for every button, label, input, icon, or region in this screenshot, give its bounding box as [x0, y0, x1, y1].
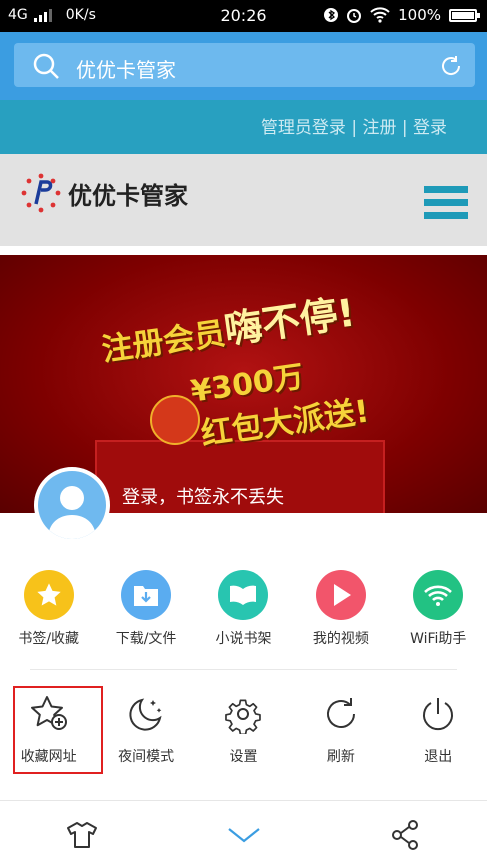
menu-item-exit[interactable]: 退出	[392, 694, 484, 766]
power-icon	[423, 698, 454, 731]
chevron-down-icon[interactable]	[227, 827, 261, 843]
refresh-page-icon[interactable]	[439, 54, 463, 78]
menu-item-label: 刷新	[326, 749, 355, 765]
menu-item-label: 退出	[424, 749, 453, 765]
address-text: 优优卡管家	[76, 58, 176, 82]
wifi-icon	[413, 570, 464, 620]
battery-icon	[449, 8, 480, 22]
download-folder-icon	[121, 570, 172, 620]
menu-row-primary: 书签/收藏 下载/文件 小说书架 我的视频 WiFi助手	[0, 570, 487, 648]
banner-line-1-emph: 嗨不停!	[221, 290, 358, 353]
tshirt-icon[interactable]	[66, 821, 98, 849]
menu-item-settings[interactable]: 设置	[197, 694, 289, 766]
user-icon	[48, 486, 96, 539]
play-icon	[315, 570, 366, 620]
menu-item-label: 小说书架	[215, 631, 272, 647]
banner-line-1: 注册会员嗨不停!	[97, 281, 358, 371]
menu-item-novels[interactable]: 小说书架	[197, 570, 289, 648]
admin-login-link[interactable]: 管理员登录	[261, 118, 346, 138]
book-icon	[218, 570, 269, 620]
link-separator: |	[351, 118, 363, 138]
site-name: 优优卡管家	[68, 182, 188, 210]
alarm-icon	[347, 9, 362, 23]
login-link[interactable]: 登录	[413, 118, 447, 138]
menu-item-bookmarks[interactable]: 书签/收藏	[3, 570, 95, 648]
avatar[interactable]	[34, 467, 110, 543]
menu-item-label: 夜间模式	[118, 749, 175, 765]
menu-item-videos[interactable]: 我的视频	[295, 570, 387, 648]
site-logo	[21, 173, 61, 213]
bluetooth-icon	[324, 8, 339, 22]
link-separator: |	[401, 118, 413, 138]
menu-item-downloads[interactable]: 下载/文件	[100, 570, 192, 648]
menu-item-label: 设置	[229, 749, 258, 765]
menu-item-label: 书签/收藏	[18, 631, 80, 647]
moon-icon	[129, 698, 162, 731]
auth-links: 管理员登录 | 注册 | 登录	[261, 113, 447, 138]
menu-item-label: 下载/文件	[115, 631, 177, 647]
divider	[30, 669, 457, 670]
register-link[interactable]: 注册	[362, 118, 396, 138]
search-icon	[33, 53, 59, 79]
address-bar[interactable]: 优优卡管家	[14, 43, 475, 87]
menu-item-night-mode[interactable]: 夜间模式	[100, 694, 192, 766]
banner-line-1-text: 注册会员	[99, 315, 228, 369]
refresh-icon	[326, 698, 355, 728]
gear-icon	[225, 699, 262, 734]
browser-toolbar: 优优卡管家	[0, 32, 487, 100]
menu-item-label: WiFi助手	[410, 631, 467, 647]
hamburger-menu-icon[interactable]	[424, 186, 468, 220]
site-header: 优优卡管家	[0, 154, 487, 246]
highlight-box	[13, 686, 103, 774]
login-tip[interactable]: 登录，书签永不丢失	[122, 483, 284, 509]
battery-percent: 100%	[398, 6, 441, 24]
site-top-bar: 管理员登录 | 注册 | 登录	[0, 100, 487, 154]
share-icon[interactable]	[390, 819, 420, 851]
wifi-status-icon	[370, 7, 390, 23]
menu-item-wifi[interactable]: WiFi助手	[392, 570, 484, 648]
bottom-bar	[0, 800, 487, 867]
menu-item-refresh[interactable]: 刷新	[295, 694, 387, 766]
star-icon	[23, 570, 74, 620]
menu-item-label: 我的视频	[312, 631, 369, 647]
status-bar: 4G 0K/s 20:26 100%	[0, 0, 487, 32]
